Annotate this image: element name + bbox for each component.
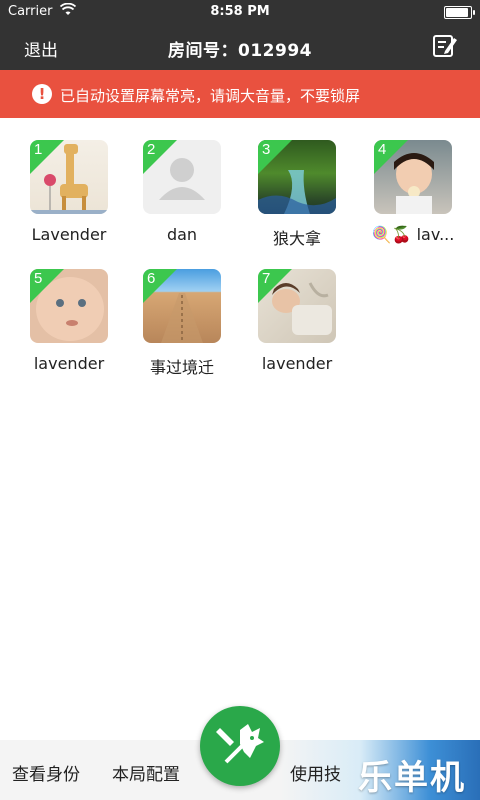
seat-number: 6	[147, 270, 156, 287]
player-name: 🍭🍒 lav...	[371, 225, 455, 244]
nav-bar: 退出 房间号：012994	[0, 24, 480, 70]
player-name: dan	[166, 225, 198, 244]
clock: 8:58 PM	[210, 4, 270, 19]
edit-note-icon[interactable]	[432, 32, 458, 58]
seat-number: 1	[34, 141, 43, 158]
usage-tips-button[interactable]: 使用技	[290, 760, 341, 785]
room-title: 房间号：012994	[0, 36, 480, 61]
player-name: 事过境迁	[149, 358, 214, 377]
seat-number: 4	[378, 141, 387, 158]
avatar: 2	[143, 140, 221, 214]
avatar: 1	[30, 140, 108, 214]
player-name: Lavender	[31, 225, 107, 244]
player-5[interactable]: 5 lavender	[14, 269, 124, 373]
wolf-hammer-icon	[216, 724, 264, 764]
avatar: 5	[30, 269, 108, 343]
player-2[interactable]: 2 dan	[127, 140, 237, 244]
avatar: 6	[143, 269, 221, 343]
player-name: lavender	[261, 354, 333, 373]
game-config-button[interactable]: 本局配置	[112, 760, 180, 785]
player-4[interactable]: 4 🍭🍒 lav...	[358, 140, 468, 244]
player-7[interactable]: 7 lavender	[242, 269, 352, 373]
player-name: 狼大拿	[272, 229, 321, 248]
battery-icon	[444, 6, 475, 19]
player-3[interactable]: 3 狼大拿	[242, 140, 352, 249]
seat-number: 2	[147, 141, 156, 158]
player-name: lavender	[33, 354, 105, 373]
alert-icon: !	[32, 84, 52, 104]
wolf-action-button[interactable]	[200, 706, 280, 786]
seat-number: 3	[262, 141, 271, 158]
seat-number: 7	[262, 270, 271, 287]
avatar: 3	[258, 140, 336, 214]
player-1[interactable]: 1 Lavender	[14, 140, 124, 244]
seat-number: 5	[34, 270, 43, 287]
banner-message: 已自动设置屏幕常亮，请调大音量，不要锁屏	[60, 87, 361, 105]
watermark-logo: 乐单机	[358, 758, 466, 798]
player-6[interactable]: 6 事过境迁	[127, 269, 237, 378]
avatar: 7	[258, 269, 336, 343]
status-bar: Carrier 8:58 PM	[0, 0, 480, 24]
room-label: 房间号：	[168, 41, 238, 61]
room-number: 012994	[238, 41, 312, 61]
view-identity-button[interactable]: 查看身份	[12, 760, 80, 785]
avatar: 4	[374, 140, 452, 214]
top-bar: Carrier 8:58 PM 退出 房间号：012994	[0, 0, 480, 70]
keep-awake-banner: ! 已自动设置屏幕常亮，请调大音量，不要锁屏	[0, 70, 480, 118]
